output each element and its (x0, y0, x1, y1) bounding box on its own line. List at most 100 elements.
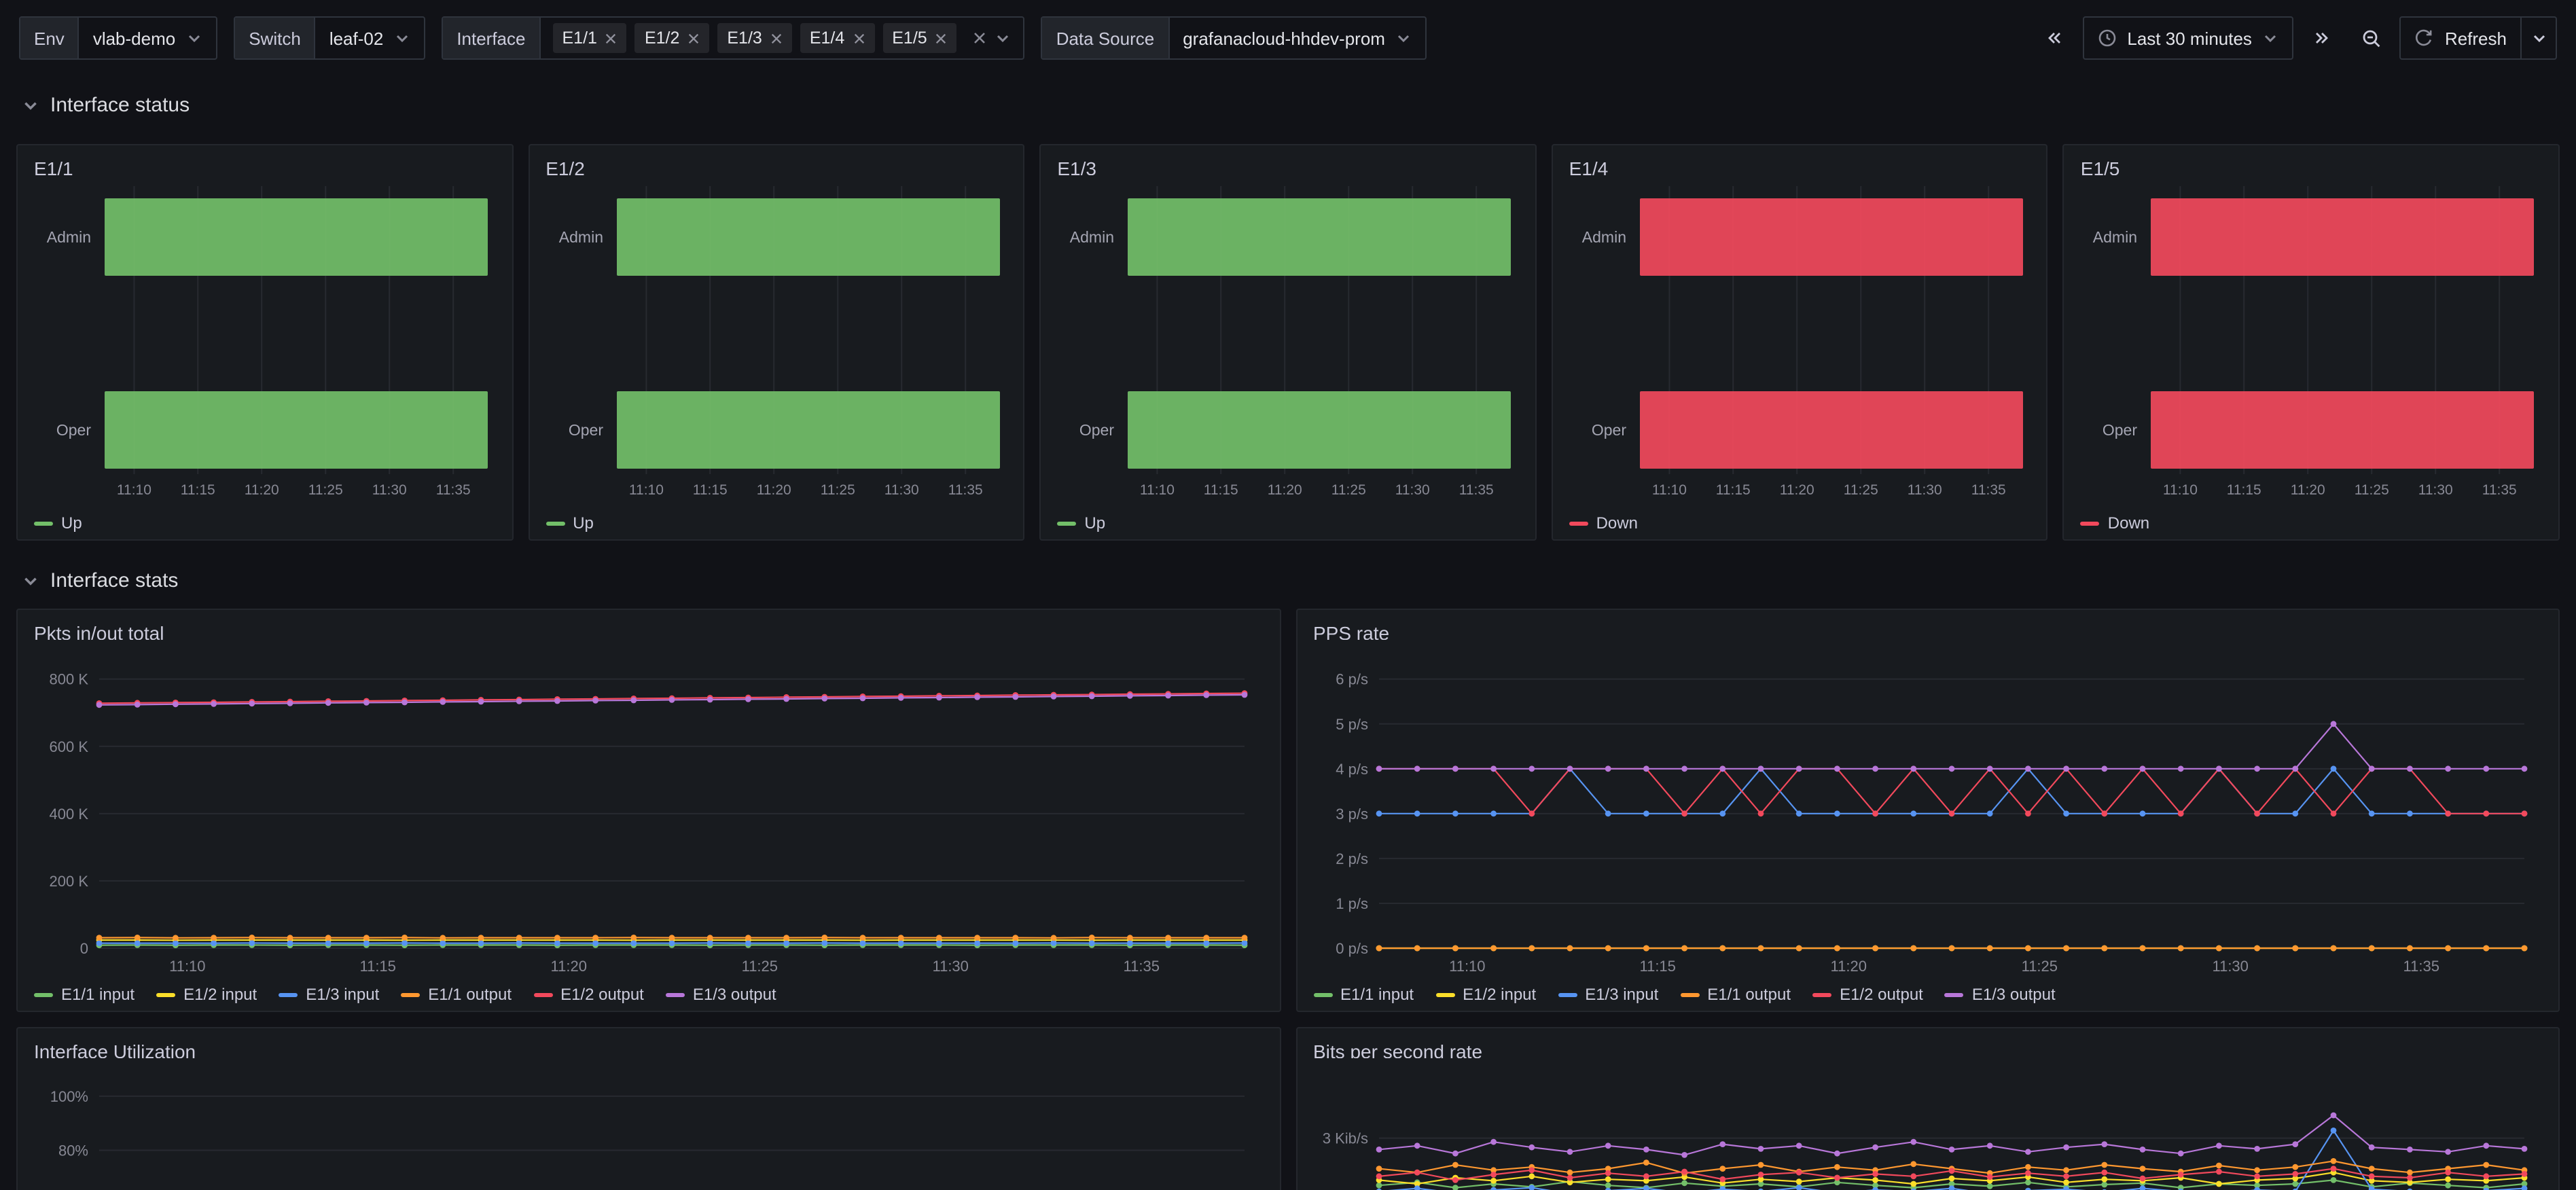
interface-label: Interface (443, 18, 540, 58)
legend-item[interactable]: E1/3 input (1558, 985, 1658, 1004)
refresh-label: Refresh (2445, 28, 2507, 48)
state-timeline-chart[interactable]: 11:1011:1511:2011:2511:3011:35AdminOper (529, 175, 1023, 512)
legend-item[interactable]: E1/3 output (666, 985, 776, 1004)
legend-marker (1945, 992, 1964, 996)
switch-label: Switch (235, 18, 316, 58)
legend-item[interactable]: Up (1057, 513, 1105, 533)
panel-title[interactable]: E1/5 (2064, 145, 2558, 175)
legend-item[interactable]: E1/3 output (1945, 985, 2056, 1004)
timeseries-chart[interactable]: 0200 K400 K600 K800 K11:1011:1511:2011:2… (18, 640, 1279, 984)
interface-multiselect[interactable]: E1/1 E1/2 E1/3 E1/4 (541, 18, 1024, 58)
legend-marker (1313, 992, 1332, 996)
svg-text:11:20: 11:20 (1830, 958, 1866, 975)
interface-chip[interactable]: E1/1 (553, 23, 627, 53)
datasource-filter: Data Source grafanacloud-hhdev-prom (1041, 16, 1427, 60)
legend-item[interactable]: Up (545, 513, 594, 533)
legend-item[interactable]: E1/1 input (34, 985, 135, 1004)
panel-title[interactable]: Bits per second rate (1297, 1028, 2558, 1058)
state-timeline-chart[interactable]: 11:1011:1511:2011:2511:3011:35AdminOper (1041, 175, 1535, 512)
interface-chip[interactable]: E1/3 (717, 23, 791, 53)
svg-text:Admin: Admin (2094, 228, 2138, 246)
svg-text:11:10: 11:10 (2164, 482, 2198, 498)
svg-text:11:30: 11:30 (884, 482, 918, 498)
time-range-picker[interactable]: Last 30 minutes (2082, 16, 2294, 60)
timeseries-chart[interactable]: 0 p/s1 p/s2 p/s3 p/s4 p/s5 p/s6 p/s11:10… (1297, 640, 2558, 984)
panel-title[interactable]: E1/2 (529, 145, 1023, 175)
panel-interface-utilization: Interface Utilization 0%20%40%60%80%100%… (16, 1027, 1281, 1190)
refresh-button[interactable]: Refresh (2401, 18, 2520, 58)
interface-chip[interactable]: E1/2 (635, 23, 709, 53)
svg-text:11:10: 11:10 (1448, 958, 1484, 975)
legend-item[interactable]: Up (34, 513, 82, 533)
section-interface-stats[interactable]: Interface stats (0, 560, 2576, 600)
legend-item[interactable]: E1/1 input (1313, 985, 1414, 1004)
svg-text:11:15: 11:15 (1639, 958, 1675, 975)
interface-chip[interactable]: E1/5 (882, 23, 956, 53)
chevron-down-icon (186, 30, 202, 46)
panel-title[interactable]: E1/3 (1041, 145, 1535, 175)
remove-chip-icon[interactable] (935, 32, 948, 44)
legend-label: E1/1 output (428, 985, 512, 1004)
time-shift-forward-button[interactable] (2302, 16, 2343, 60)
panel-title[interactable]: PPS rate (1297, 610, 2558, 640)
svg-text:Oper: Oper (1591, 421, 1626, 439)
svg-text:100%: 100% (50, 1088, 88, 1105)
panel-title[interactable]: E1/1 (18, 145, 512, 175)
legend-label: E1/2 output (1840, 985, 1923, 1004)
legend-label: Down (1596, 513, 1638, 533)
env-select[interactable]: vlab-demo (79, 18, 216, 58)
svg-text:11:20: 11:20 (551, 958, 587, 975)
state-timeline-chart[interactable]: 11:1011:1511:2011:2511:3011:35AdminOper (1553, 175, 2047, 512)
section-interface-status[interactable]: Interface status (0, 84, 2576, 125)
panel-title[interactable]: E1/4 (1553, 145, 2047, 175)
remove-chip-icon[interactable] (770, 32, 783, 44)
switch-select[interactable]: leaf-02 (316, 18, 425, 58)
chip-value: E1/2 (645, 29, 679, 48)
legend-label: E1/1 input (61, 985, 135, 1004)
datasource-select[interactable]: grafanacloud-hhdev-prom (1169, 18, 1426, 58)
svg-text:11:35: 11:35 (1971, 482, 2005, 498)
panel-e1-3-status: E1/3 11:1011:1511:2011:2511:3011:35Admin… (1039, 144, 1536, 541)
svg-text:Admin: Admin (1070, 228, 1114, 246)
legend-item[interactable]: E1/1 output (1680, 985, 1791, 1004)
legend-item[interactable]: E1/2 input (1435, 985, 1536, 1004)
svg-text:11:20: 11:20 (1268, 482, 1302, 498)
legend-item[interactable]: Down (2081, 513, 2149, 533)
svg-text:11:25: 11:25 (2021, 958, 2057, 975)
chevron-down-icon[interactable] (995, 30, 1012, 46)
legend-item[interactable]: E1/1 output (401, 985, 512, 1004)
legend-marker (1812, 992, 1831, 996)
state-timeline-chart[interactable]: 11:1011:1511:2011:2511:3011:35AdminOper (2064, 175, 2558, 512)
stats-panels-row-2: Interface Utilization 0%20%40%60%80%100%… (16, 1027, 2560, 1190)
timeseries-chart[interactable]: 0%20%40%60%80%100%11:1011:1511:2011:2511… (18, 1058, 1279, 1190)
remove-chip-icon[interactable] (853, 32, 865, 44)
legend-marker (2081, 521, 2100, 525)
remove-chip-icon[interactable] (605, 32, 618, 44)
legend-item[interactable]: E1/3 input (279, 985, 379, 1004)
time-shift-back-button[interactable] (2033, 16, 2074, 60)
interface-chip[interactable]: E1/4 (800, 23, 874, 53)
svg-text:Admin: Admin (47, 228, 91, 246)
timeseries-chart[interactable]: 0 b/s1 Kib/s2 Kib/s3 Kib/s11:1011:1511:2… (1297, 1058, 2558, 1190)
zoom-out-button[interactable] (2351, 16, 2392, 60)
legend-item[interactable]: E1/2 output (533, 985, 644, 1004)
clear-all-icon[interactable] (973, 31, 987, 45)
legend: Up (529, 512, 1023, 539)
svg-text:11:20: 11:20 (756, 482, 791, 498)
chip-value: E1/1 (562, 29, 597, 48)
legend-label: E1/1 output (1707, 985, 1791, 1004)
legend-item[interactable]: E1/2 input (156, 985, 257, 1004)
legend-item[interactable]: Down (1569, 513, 1638, 533)
svg-text:11:15: 11:15 (692, 482, 727, 498)
refresh-interval-dropdown[interactable] (2520, 18, 2556, 58)
remove-chip-icon[interactable] (687, 32, 700, 44)
svg-text:11:30: 11:30 (372, 482, 407, 498)
refresh-icon (2415, 29, 2434, 48)
legend-item[interactable]: E1/2 output (1812, 985, 1923, 1004)
legend-marker (1435, 992, 1454, 996)
panel-title[interactable]: Pkts in/out total (18, 610, 1279, 640)
svg-text:11:15: 11:15 (2228, 482, 2262, 498)
panel-title[interactable]: Interface Utilization (18, 1028, 1279, 1058)
env-value: vlab-demo (93, 28, 175, 48)
state-timeline-chart[interactable]: 11:1011:1511:2011:2511:3011:35AdminOper (18, 175, 512, 512)
